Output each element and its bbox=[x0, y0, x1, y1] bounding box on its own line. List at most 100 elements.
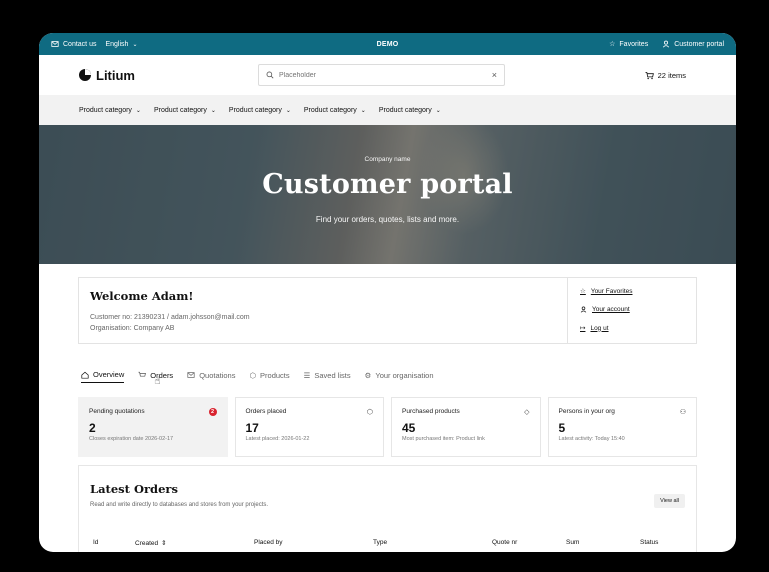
tab-products[interactable]: ⬡ Products bbox=[249, 367, 289, 383]
category-menu-item[interactable]: Product category ⌄ bbox=[379, 107, 441, 114]
tab-quotations[interactable]: Quotations bbox=[187, 367, 235, 383]
sort-icon: ⇕ bbox=[161, 540, 167, 547]
mail-icon bbox=[51, 41, 59, 47]
cart-icon bbox=[138, 371, 147, 377]
cart-icon bbox=[645, 71, 654, 79]
top-bar: Contact us English ⌄ DEMO ☆ Favorites Cu… bbox=[39, 33, 736, 55]
stat-card-pending-quotations[interactable]: Pending quotations 2 2 Closes expiration… bbox=[78, 397, 228, 457]
main-content: Welcome Adam! Customer no: 21390231 / ad… bbox=[39, 277, 736, 552]
welcome-title: Welcome Adam! bbox=[90, 289, 194, 303]
hero-subtitle: Find your orders, quotes, lists and more… bbox=[315, 215, 460, 224]
logo[interactable]: Litium bbox=[79, 68, 135, 83]
user-icon bbox=[663, 40, 670, 48]
tab-label: Your organisation bbox=[375, 370, 434, 380]
category-menu-item[interactable]: Product category ⌄ bbox=[229, 107, 291, 114]
column-label: Created bbox=[135, 539, 159, 547]
stat-card-orders-placed[interactable]: Orders placed ⬡ 17 Latest placed: 2026-0… bbox=[234, 397, 384, 457]
cart-button[interactable]: 22 items bbox=[645, 71, 686, 80]
favorites-link[interactable]: ☆ Favorites bbox=[609, 40, 649, 49]
your-account-link[interactable]: Your account bbox=[580, 306, 684, 313]
stat-card-purchased-products[interactable]: Purchased products ◇ 45 Most purchased i… bbox=[391, 397, 541, 457]
star-icon: ☆ bbox=[580, 288, 586, 295]
customer-portal-link[interactable]: Customer portal bbox=[662, 40, 724, 48]
latest-orders-panel: Latest Orders Read and write directly to… bbox=[78, 465, 697, 552]
site-header: Litium × 22 items bbox=[39, 55, 736, 95]
logo-icon bbox=[79, 69, 91, 81]
section-title: Latest Orders bbox=[90, 482, 178, 496]
column-header-created[interactable]: Created ⇕ bbox=[135, 539, 167, 548]
hero-banner: Company name Customer portal Find your o… bbox=[39, 125, 736, 264]
stat-card-persons-in-org[interactable]: Persons in your org ⚇ 5 Latest activity:… bbox=[547, 397, 697, 457]
box-icon: ⬡ bbox=[366, 409, 373, 416]
language-label: English bbox=[105, 40, 129, 48]
tab-label: Saved lists bbox=[314, 370, 351, 380]
tag-icon: ◇ bbox=[524, 409, 530, 416]
contact-us-label: Contact us bbox=[63, 40, 97, 48]
favorites-label: Favorites bbox=[619, 40, 649, 48]
tab-overview[interactable]: Overview bbox=[81, 367, 125, 383]
view-all-button[interactable]: View all bbox=[654, 494, 685, 508]
customer-portal-label: Customer portal bbox=[674, 40, 724, 48]
section-description: Read and write directly to databases and… bbox=[90, 502, 269, 508]
chevron-down-icon: ⌄ bbox=[132, 41, 138, 48]
notification-badge: 2 bbox=[208, 408, 217, 416]
gear-icon: ⚙ bbox=[364, 370, 372, 380]
mail-icon bbox=[187, 372, 195, 378]
contact-us-link[interactable]: Contact us bbox=[51, 40, 96, 48]
company-name: Company name bbox=[364, 156, 411, 163]
link-label: Your Favorites bbox=[590, 287, 633, 295]
box-icon: ⬡ bbox=[249, 370, 257, 380]
stat-value: 2 bbox=[89, 421, 96, 435]
portal-tabs: Overview Orders ☝ Quotations ⬡ Products … bbox=[78, 367, 697, 387]
column-header-id[interactable]: Id bbox=[93, 539, 98, 546]
close-icon[interactable]: × bbox=[492, 70, 497, 80]
list-icon: ☰ bbox=[303, 370, 311, 380]
column-header-placed-by[interactable]: Placed by bbox=[254, 539, 283, 546]
tab-saved-lists[interactable]: ☰ Saved lists bbox=[304, 367, 351, 383]
your-favorites-link[interactable]: ☆ Your Favorites bbox=[580, 287, 684, 296]
cart-count: 22 items bbox=[657, 70, 686, 80]
hand-cursor-icon: ☝ bbox=[154, 376, 161, 387]
logo-text: Litium bbox=[96, 67, 135, 83]
stat-note: Latest placed: 2026-01-22 bbox=[245, 436, 310, 442]
column-header-sum[interactable]: Sum bbox=[566, 539, 579, 546]
user-icon bbox=[580, 306, 587, 313]
log-out-link[interactable]: ↦ Log ut bbox=[580, 324, 684, 333]
category-label: Product category bbox=[303, 106, 357, 114]
tab-your-organisation[interactable]: ⚙ Your organisation bbox=[365, 367, 434, 383]
stat-note: Latest activity: Today 15:40 bbox=[558, 436, 625, 442]
chevron-down-icon: ⌄ bbox=[360, 107, 366, 114]
welcome-card: Welcome Adam! Customer no: 21390231 / ad… bbox=[78, 277, 697, 344]
stat-label: Purchased products bbox=[402, 408, 460, 415]
column-header-type[interactable]: Type bbox=[373, 539, 387, 546]
tab-label: Products bbox=[260, 370, 290, 380]
column-header-status[interactable]: Status bbox=[640, 539, 658, 546]
tab-orders[interactable]: Orders ☝ bbox=[138, 367, 173, 387]
orders-table-header: Id Created ⇕ Placed by Type Quote nr Sum … bbox=[79, 539, 696, 549]
category-nav: Product category ⌄ Product category ⌄ Prod… bbox=[39, 95, 736, 125]
category-menu-item[interactable]: Product category ⌄ bbox=[154, 107, 216, 114]
home-icon bbox=[81, 371, 89, 379]
category-label: Product category bbox=[378, 106, 432, 114]
stat-value: 5 bbox=[558, 421, 566, 435]
category-menu-item[interactable]: Product category ⌄ bbox=[79, 107, 141, 114]
tab-label: Overview bbox=[93, 370, 125, 379]
chevron-down-icon: ⌄ bbox=[135, 107, 141, 114]
category-menu-item[interactable]: Product category ⌄ bbox=[304, 107, 366, 114]
customer-info: Customer no: 21390231 / adam.johsson@mai… bbox=[90, 314, 250, 321]
search-input[interactable] bbox=[279, 71, 487, 79]
stats-row: Pending quotations 2 2 Closes expiration… bbox=[78, 397, 697, 457]
app-window: Contact us English ⌄ DEMO ☆ Favorites Cu… bbox=[39, 33, 736, 552]
category-label: Product category bbox=[79, 106, 132, 114]
stat-note: Most purchased item: Product link bbox=[402, 436, 485, 442]
column-header-quote-nr[interactable]: Quote nr bbox=[492, 539, 517, 546]
users-icon: ⚇ bbox=[679, 409, 686, 416]
star-icon: ☆ bbox=[609, 41, 616, 48]
chevron-down-icon: ⌄ bbox=[435, 107, 441, 114]
language-selector[interactable]: English ⌄ bbox=[105, 41, 137, 48]
stat-note: Closes expiration date 2026-02-17 bbox=[89, 436, 174, 442]
stat-label: Pending quotations bbox=[89, 408, 145, 415]
stat-value: 17 bbox=[245, 421, 259, 435]
stat-label: Persons in your org bbox=[558, 408, 615, 415]
stat-label: Orders placed bbox=[245, 408, 287, 415]
